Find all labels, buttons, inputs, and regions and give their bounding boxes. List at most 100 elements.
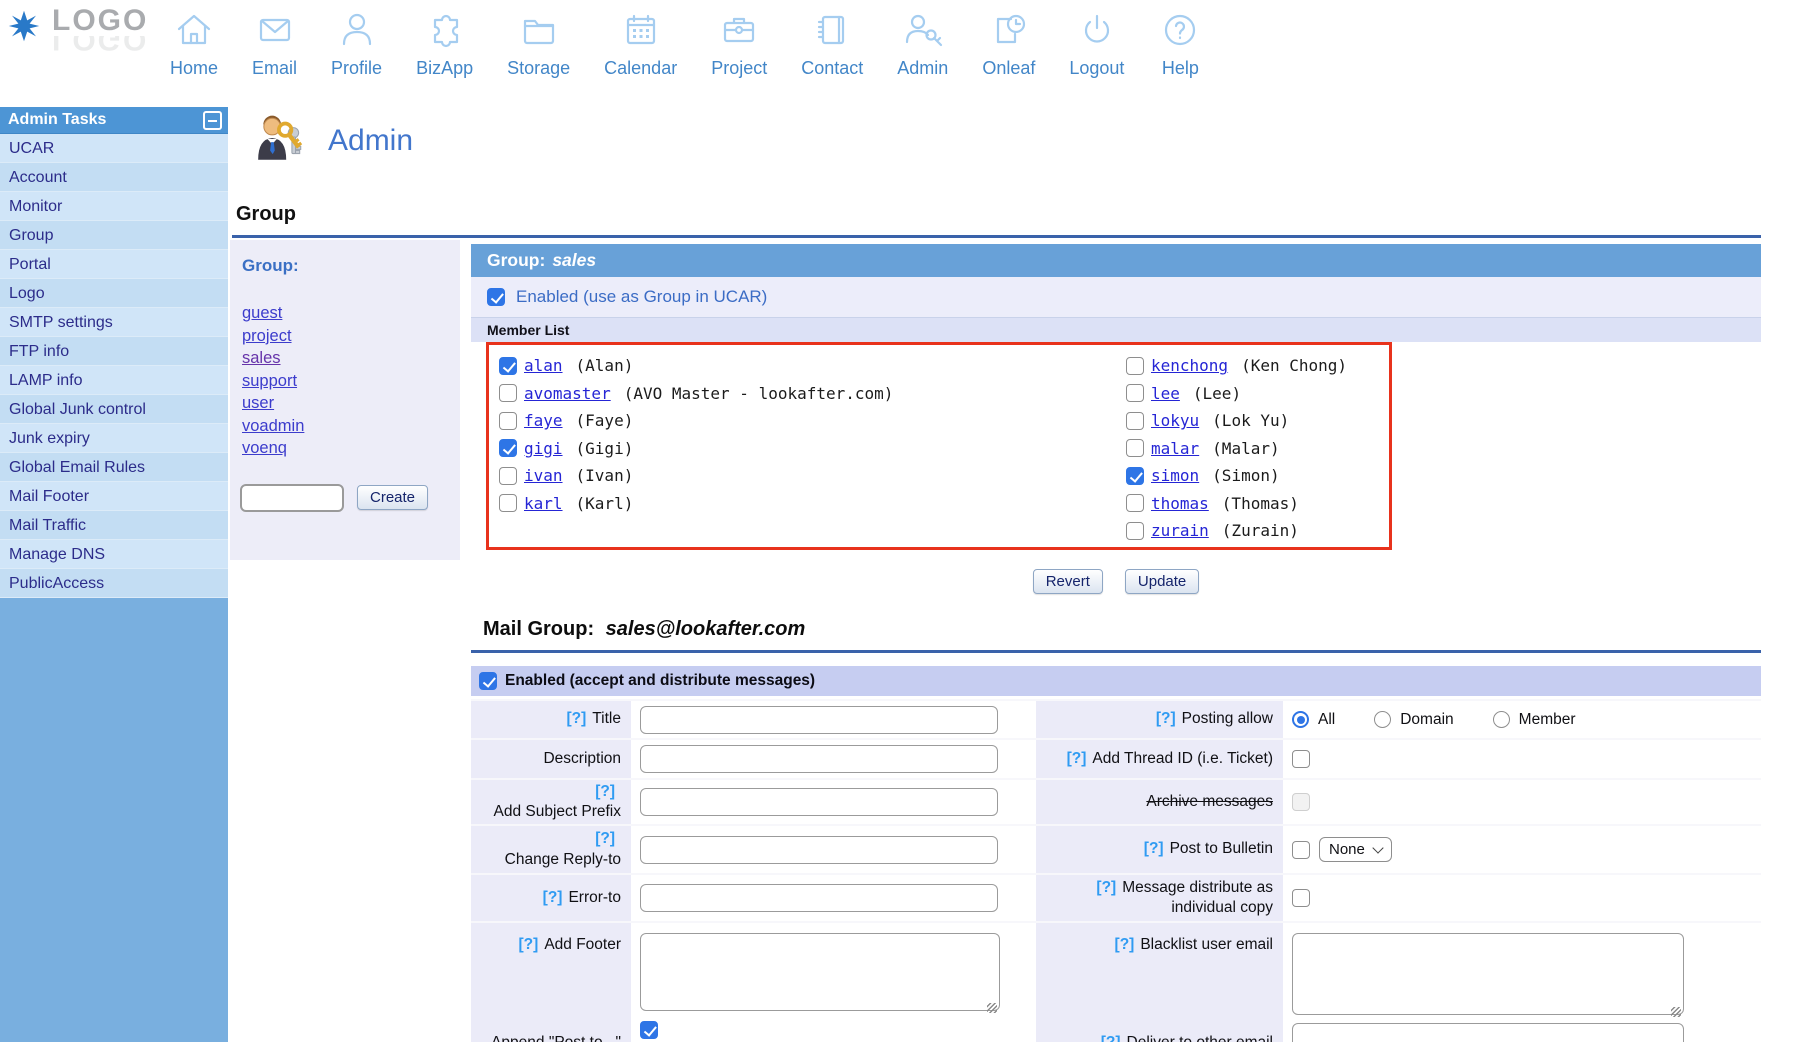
sidebar-item-monitor[interactable]: Monitor	[0, 192, 228, 221]
sidebar-item-lamp-info[interactable]: LAMP info	[0, 366, 228, 395]
member-checkbox-malar[interactable]	[1126, 439, 1144, 457]
member-link-karl[interactable]: karl	[524, 494, 563, 513]
group-link-voenq[interactable]: voenq	[242, 437, 460, 460]
sidebar-item-mail-traffic[interactable]: Mail Traffic	[0, 511, 228, 540]
sidebar-item-global-email-rules[interactable]: Global Email Rules	[0, 453, 228, 482]
member-link-lee[interactable]: lee	[1151, 384, 1180, 403]
group-enabled-checkbox[interactable]	[487, 288, 505, 306]
posting-allow-radio-member[interactable]	[1493, 711, 1510, 728]
member-checkbox-avomaster[interactable]	[499, 384, 517, 402]
sidebar-item-portal[interactable]: Portal	[0, 250, 228, 279]
append-footer-checkbox[interactable]	[640, 1021, 658, 1039]
member-link-lokyu[interactable]: lokyu	[1151, 411, 1199, 430]
collapse-icon[interactable]	[203, 111, 222, 130]
nav-item-logout[interactable]: Logout	[1069, 8, 1124, 79]
sidebar-item-mail-footer[interactable]: Mail Footer	[0, 482, 228, 511]
reply-to-help-link[interactable]: [?]	[595, 830, 615, 847]
member-checkbox-kenchong[interactable]	[1126, 357, 1144, 375]
member-checkbox-alan[interactable]	[499, 357, 517, 375]
distribute-checkbox[interactable]	[1292, 889, 1310, 907]
sidebar-item-manage-dns[interactable]: Manage DNS	[0, 540, 228, 569]
member-row: malar(Malar)	[1126, 435, 1347, 463]
deliver-textarea[interactable]	[1292, 1023, 1684, 1042]
sidebar-item-publicaccess[interactable]: PublicAccess	[0, 569, 228, 598]
sidebar-item-logo[interactable]: Logo	[0, 279, 228, 308]
member-link-avomaster[interactable]: avomaster	[524, 384, 611, 403]
member-link-gigi[interactable]: gigi	[524, 439, 563, 458]
mail-group-heading-label: Mail Group:	[483, 618, 594, 640]
distribute-help-link[interactable]: [?]	[1096, 879, 1116, 896]
group-link-guest[interactable]: guest	[242, 302, 460, 325]
member-checkbox-ivan[interactable]	[499, 467, 517, 485]
deliver-help-link[interactable]: [?]	[1101, 1034, 1121, 1042]
posting-allow-radio-all[interactable]	[1292, 711, 1309, 728]
member-checkbox-thomas[interactable]	[1126, 494, 1144, 512]
thread-id-help-link[interactable]: [?]	[1067, 750, 1087, 767]
member-link-simon[interactable]: simon	[1151, 466, 1199, 485]
nav-item-onleaf[interactable]: Onleaf	[982, 8, 1035, 79]
blacklist-textarea[interactable]	[1292, 933, 1684, 1015]
description-input[interactable]	[640, 745, 998, 773]
member-checkbox-simon[interactable]	[1126, 467, 1144, 485]
reply-to-input[interactable]	[640, 836, 998, 864]
posting-allow-radio-domain[interactable]	[1374, 711, 1391, 728]
sidebar-item-global-junk-control[interactable]: Global Junk control	[0, 395, 228, 424]
subject-prefix-help-link[interactable]: [?]	[595, 783, 615, 800]
member-link-thomas[interactable]: thomas	[1151, 494, 1209, 513]
nav-item-contact[interactable]: Contact	[801, 8, 863, 79]
sidebar-item-ftp-info[interactable]: FTP info	[0, 337, 228, 366]
nav-item-storage[interactable]: Storage	[507, 8, 570, 79]
sidebar-item-ucar[interactable]: UCAR	[0, 134, 228, 163]
member-checkbox-gigi[interactable]	[499, 439, 517, 457]
member-checkbox-lee[interactable]	[1126, 384, 1144, 402]
blacklist-help-link[interactable]: [?]	[1115, 936, 1135, 953]
member-checkbox-lokyu[interactable]	[1126, 412, 1144, 430]
title-input[interactable]	[640, 706, 998, 734]
subject-prefix-input[interactable]	[640, 788, 998, 816]
nav-item-home[interactable]: Home	[170, 8, 218, 79]
revert-button[interactable]: Revert	[1033, 569, 1103, 594]
posting-allow-help-link[interactable]: [?]	[1156, 710, 1176, 727]
member-link-malar[interactable]: malar	[1151, 439, 1199, 458]
member-checkbox-zurain[interactable]	[1126, 522, 1144, 540]
member-checkbox-faye[interactable]	[499, 412, 517, 430]
nav-item-email[interactable]: Email	[252, 8, 297, 79]
nav-item-profile[interactable]: Profile	[331, 8, 382, 79]
group-link-voadmin[interactable]: voadmin	[242, 415, 460, 438]
title-help-link[interactable]: [?]	[566, 710, 586, 727]
bulletin-help-link[interactable]: [?]	[1144, 840, 1164, 857]
member-link-faye[interactable]: faye	[524, 411, 563, 430]
member-link-alan[interactable]: alan	[524, 356, 563, 375]
update-button[interactable]: Update	[1125, 569, 1199, 594]
group-link-sales[interactable]: sales	[242, 347, 460, 370]
thread-id-checkbox[interactable]	[1292, 750, 1310, 768]
nav-label: Profile	[331, 58, 382, 79]
error-to-help-link[interactable]: [?]	[543, 889, 563, 906]
nav-item-calendar[interactable]: Calendar	[604, 8, 677, 79]
sidebar-item-group[interactable]: Group	[0, 221, 228, 250]
member-link-zurain[interactable]: zurain	[1151, 521, 1209, 540]
sidebar-item-account[interactable]: Account	[0, 163, 228, 192]
add-footer-help-link[interactable]: [?]	[519, 936, 539, 953]
member-link-kenchong[interactable]: kenchong	[1151, 356, 1228, 375]
create-button[interactable]: Create	[357, 485, 428, 510]
nav-item-project[interactable]: Project	[711, 8, 767, 79]
sidebar-item-junk-expiry[interactable]: Junk expiry	[0, 424, 228, 453]
member-link-ivan[interactable]: ivan	[524, 466, 563, 485]
bulletin-checkbox[interactable]	[1292, 841, 1310, 859]
nav-item-help[interactable]: Help	[1158, 8, 1202, 79]
add-footer-textarea[interactable]	[640, 933, 1000, 1011]
create-group-input[interactable]	[240, 484, 344, 512]
group-link-support[interactable]: support	[242, 370, 460, 393]
sidebar-item-smtp-settings[interactable]: SMTP settings	[0, 308, 228, 337]
nav-item-bizapp[interactable]: BizApp	[416, 8, 473, 79]
member-checkbox-karl[interactable]	[499, 494, 517, 512]
error-to-input[interactable]	[640, 884, 998, 912]
mail-group-enabled-checkbox[interactable]	[479, 672, 497, 690]
group-link-project[interactable]: project	[242, 325, 460, 348]
resize-grip-icon[interactable]	[1671, 1007, 1681, 1017]
bulletin-select[interactable]: None	[1319, 837, 1392, 862]
resize-grip-icon[interactable]	[987, 1003, 997, 1013]
nav-item-admin[interactable]: Admin	[897, 8, 948, 79]
group-link-user[interactable]: user	[242, 392, 460, 415]
